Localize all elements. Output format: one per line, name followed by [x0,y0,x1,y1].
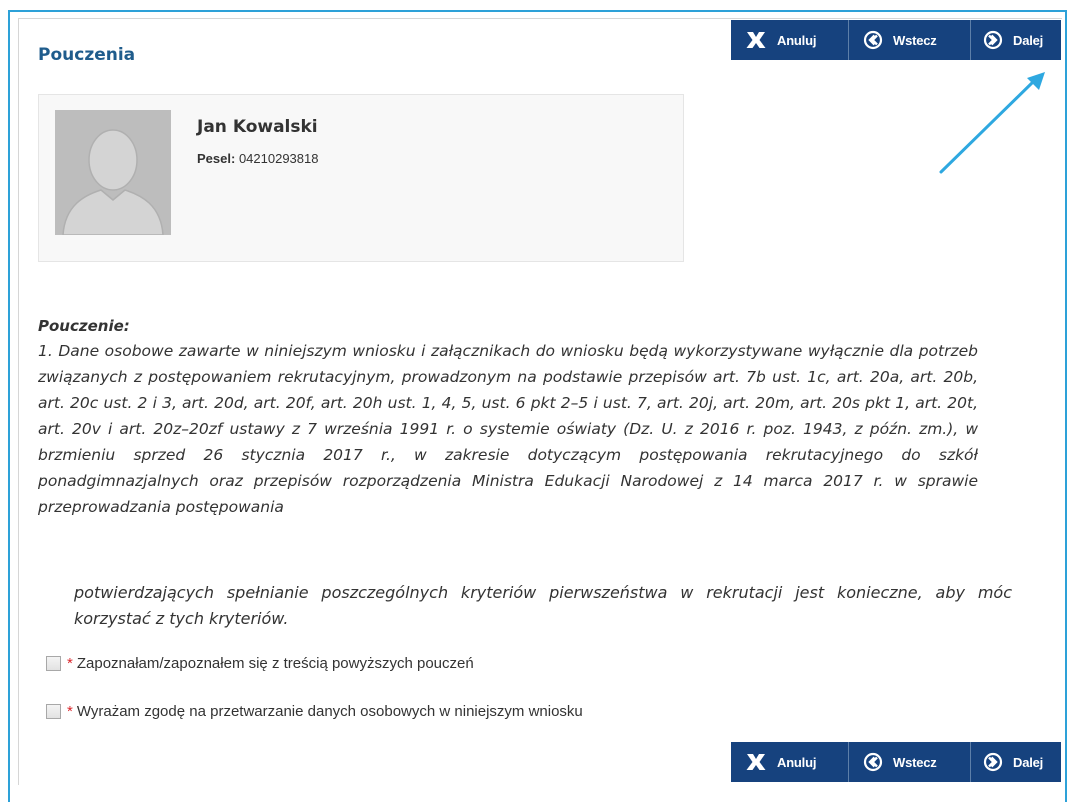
notice-heading: Pouczenie: [38,317,130,335]
cancel-button[interactable]: Anuluj [731,742,849,782]
notice-tail: potwierdzających spełnianie poszczególny… [74,583,1012,628]
bottom-button-bar: Anuluj Wstecz Dalej [731,742,1061,782]
pesel-line: Pesel: 04210293818 [197,151,318,166]
back-button-label: Wstecz [893,754,937,770]
page-title: Pouczenia [38,45,136,65]
top-button-bar: Anuluj Wstecz Dalej [731,20,1061,60]
x-icon [745,753,767,771]
applicant-name: Jan Kowalski [197,117,318,137]
next-button-label: Dalej [1013,32,1044,48]
panel-border-left [18,18,19,785]
panel-border-top [18,18,1062,19]
applicant-card: Jan Kowalski Pesel: 04210293818 [38,94,684,262]
consent-data-label[interactable]: Wyrażam zgodę na przetwarzanie danych os… [77,703,583,720]
consent-read-label[interactable]: Zapoznałam/zapoznałem się z treścią powy… [77,655,474,672]
circle-arrow-left-icon [863,30,883,50]
next-button[interactable]: Dalej [971,742,1061,782]
consent-data-checkbox[interactable] [46,704,61,719]
consent-row-read: * Zapoznałam/zapoznałem się z treścią po… [46,655,474,672]
pesel-value: 04210293818 [238,151,319,166]
back-button-label: Wstecz [893,32,937,48]
circle-arrow-left-icon [863,752,883,772]
notice-body: 1. Dane osobowe zawarte w niniejszym wni… [38,342,978,516]
next-button-label: Dalej [1013,754,1044,770]
consent-row-data: * Wyrażam zgodę na przetwarzanie danych … [46,703,583,720]
required-mark: * [67,703,73,720]
cancel-button-label: Anuluj [777,32,817,48]
pesel-label: Pesel: [197,151,236,166]
back-button[interactable]: Wstecz [849,742,971,782]
notice-scroll-area[interactable]: Pouczenie: 1. Dane osobowe zawarte w nin… [38,314,978,579]
back-button[interactable]: Wstecz [849,20,971,60]
cancel-button-label: Anuluj [777,754,817,770]
circle-arrow-right-icon [983,30,1003,50]
required-mark: * [67,655,73,672]
consent-read-checkbox[interactable] [46,656,61,671]
next-button[interactable]: Dalej [971,20,1061,60]
x-icon [745,31,767,49]
pointer-arrow-icon [939,72,1045,174]
circle-arrow-right-icon [983,752,1003,772]
cancel-button[interactable]: Anuluj [731,20,849,60]
avatar [55,110,171,235]
